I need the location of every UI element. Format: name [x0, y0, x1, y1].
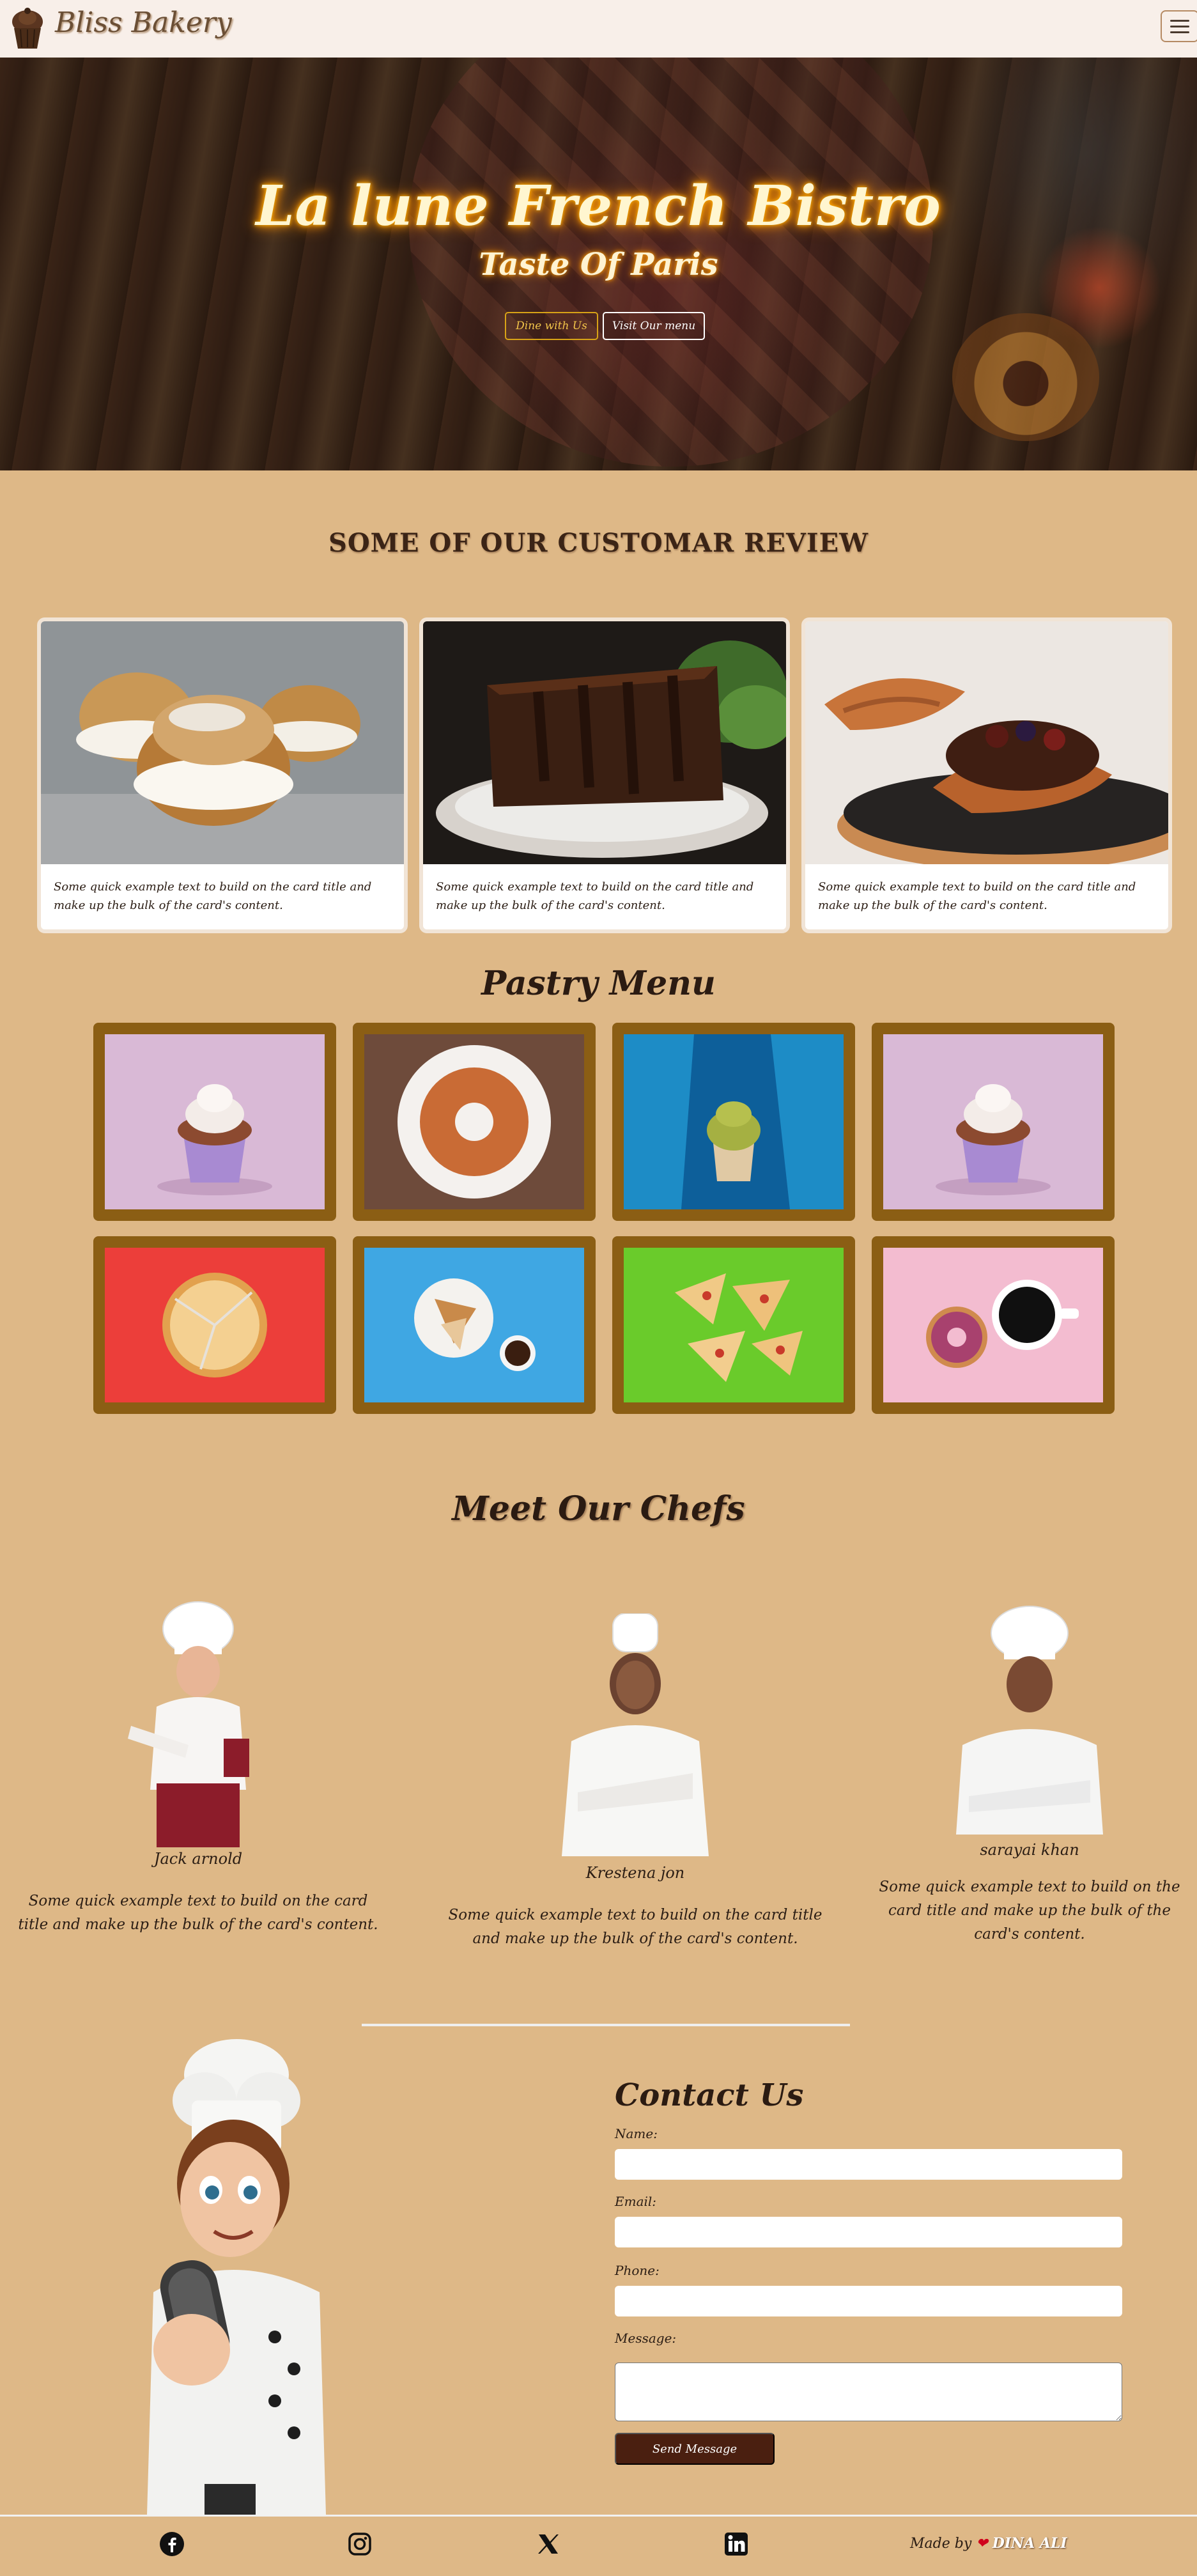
- made-by-text: Made by: [910, 2536, 972, 2552]
- message-textarea[interactable]: [615, 2363, 1122, 2421]
- hamburger-menu-icon: [1170, 19, 1189, 22]
- email-input[interactable]: [615, 2217, 1122, 2247]
- facebook-icon[interactable]: [159, 2531, 185, 2557]
- hero-background-peach: [952, 313, 1099, 441]
- chef-photo: [562, 1613, 709, 1856]
- pastry-tile[interactable]: [353, 1023, 596, 1221]
- author-name[interactable]: DINA ALI: [992, 2535, 1067, 2552]
- pie-and-coffee-photo: [364, 1248, 584, 1402]
- pastry-tile[interactable]: [612, 1023, 855, 1221]
- phone-label: Phone:: [615, 2263, 660, 2278]
- navbar: Bliss Bakery: [0, 0, 1197, 58]
- send-message-button[interactable]: Send Message: [615, 2433, 775, 2465]
- hero-subtitle: Taste Of Paris: [479, 247, 718, 283]
- green-cupcake-photo: [624, 1034, 844, 1209]
- heart-icon: ❤: [976, 2536, 988, 2552]
- chef-description: Some quick example text to build on the …: [448, 1907, 822, 1947]
- visit-menu-button[interactable]: Visit Our menu: [603, 312, 705, 340]
- phone-input[interactable]: [615, 2286, 1122, 2316]
- pastry-menu-heading: Pastry Menu: [481, 964, 716, 1003]
- hamburger-menu-button[interactable]: [1161, 10, 1197, 42]
- x-twitter-icon[interactable]: [536, 2531, 561, 2557]
- review-card-text: Some quick example text to build on the …: [436, 880, 754, 912]
- hero-title: La lune French Bistro: [256, 174, 941, 238]
- chef-photo: [128, 1601, 249, 1847]
- reviews-heading: SOME OF OUR CUSTOMAR REVIEW: [328, 528, 869, 558]
- contact-heading: Contact Us: [615, 2077, 804, 2113]
- name-input[interactable]: [615, 2149, 1122, 2180]
- chef-name: sarayai khan: [980, 1841, 1079, 1859]
- chef-description: Some quick example text to build on the …: [18, 1893, 378, 1933]
- pastry-tile[interactable]: [612, 1236, 855, 1414]
- chef-mascot-illustration: [147, 2039, 326, 2515]
- pastry-tile[interactable]: [93, 1236, 336, 1414]
- chef-name: Krestena jon: [585, 1864, 685, 1882]
- email-label: Email:: [615, 2194, 657, 2209]
- hero-section: La lune French Bistro Taste Of Paris Din…: [0, 58, 1197, 470]
- section-divider: [362, 2024, 850, 2026]
- review-card-text: Some quick example text to build on the …: [54, 880, 372, 912]
- message-label: Message:: [615, 2331, 677, 2346]
- brand-name[interactable]: Bliss Bakery: [55, 6, 232, 39]
- cupcake-photo: [105, 1034, 325, 1209]
- chocolate-cake-slice-photo: [423, 621, 786, 864]
- dine-with-us-button[interactable]: Dine with Us: [505, 312, 598, 340]
- name-label: Name:: [615, 2126, 658, 2141]
- chef-card: Krestena jon Some quick example text to …: [444, 1613, 827, 1951]
- cupcake-logo-icon[interactable]: [9, 6, 46, 51]
- chef-card: Jack arnold Some quick example text to b…: [13, 1598, 383, 1937]
- pizza-photo: [105, 1248, 325, 1402]
- bundt-cake-photo: [364, 1034, 584, 1209]
- pastry-tile[interactable]: [353, 1236, 596, 1414]
- review-card: Some quick example text to build on the …: [37, 617, 408, 933]
- instagram-icon[interactable]: [347, 2531, 373, 2557]
- cream-puffs-photo: [41, 621, 404, 864]
- review-card-text: Some quick example text to build on the …: [818, 880, 1136, 912]
- footer-credit: Made by ❤ DINA ALI: [910, 2535, 1067, 2552]
- review-card: Some quick example text to build on the …: [801, 617, 1172, 933]
- pastry-tile[interactable]: [872, 1023, 1115, 1221]
- pizza-slices-photo: [624, 1248, 844, 1402]
- croissant-pastry-photo: [805, 621, 1168, 871]
- chef-name: Jack arnold: [153, 1850, 243, 1868]
- review-card: Some quick example text to build on the …: [419, 617, 790, 933]
- donut-and-coffee-photo: [883, 1248, 1103, 1402]
- cupcake-photo: [883, 1034, 1103, 1209]
- chefs-heading: Meet Our Chefs: [452, 1489, 745, 1528]
- linkedin-icon[interactable]: [723, 2531, 749, 2557]
- pastry-tile[interactable]: [872, 1236, 1115, 1414]
- chef-photo: [956, 1606, 1103, 1835]
- pastry-tile[interactable]: [93, 1023, 336, 1221]
- chef-card: sarayai khan Some quick example text to …: [867, 1604, 1193, 1946]
- chef-description: Some quick example text to build on the …: [879, 1879, 1180, 1943]
